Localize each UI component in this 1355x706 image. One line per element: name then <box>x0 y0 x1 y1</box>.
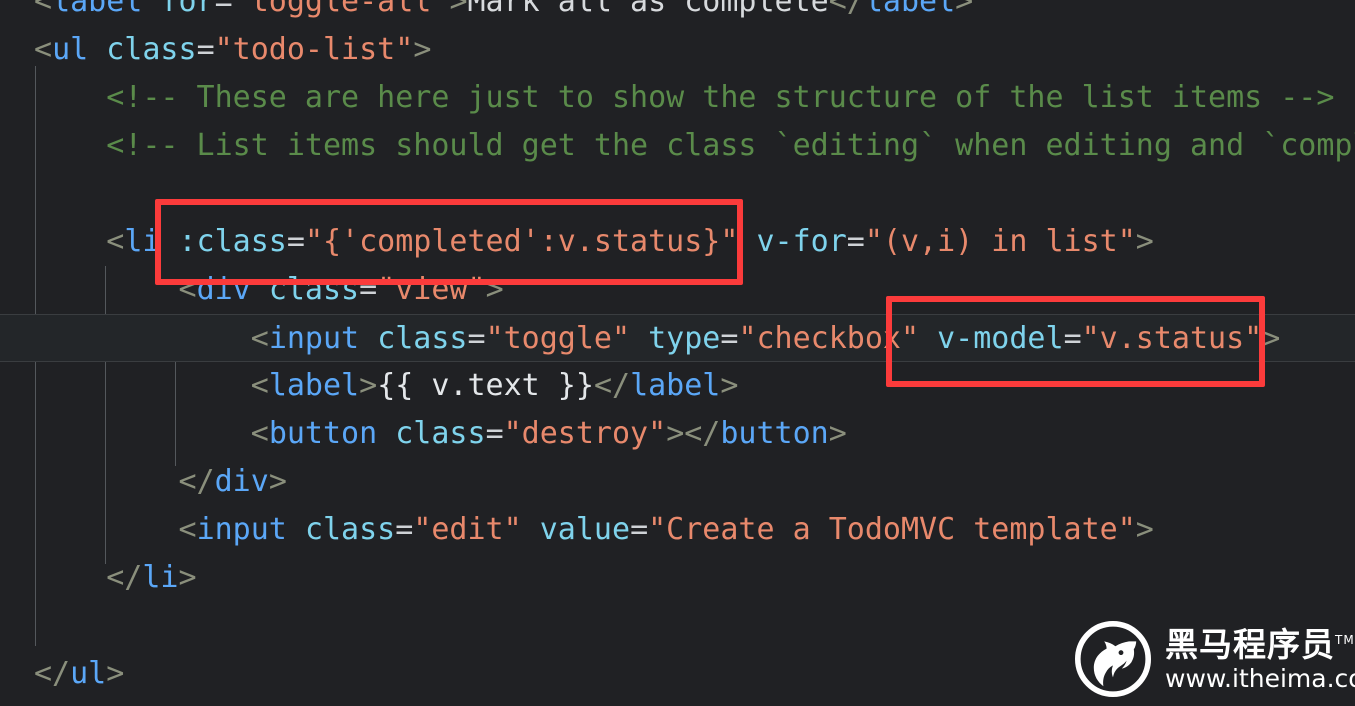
watermark: 黑马程序员TM www.itheima.com <box>1073 618 1355 700</box>
code-line[interactable]: </div> <box>0 458 1355 506</box>
code-line[interactable]: </li> <box>0 554 1355 602</box>
code-line[interactable]: <li :class="{'completed':v.status}" v-fo… <box>0 218 1355 266</box>
editor-screenshot: <label for="toggle-all">Mark all as comp… <box>0 0 1355 706</box>
code-line-current[interactable]: <input class="toggle" type="checkbox" v-… <box>0 314 1355 362</box>
code-line[interactable]: <input class="edit" value="Create a Todo… <box>0 506 1355 554</box>
watermark-brand: 黑马程序员TM <box>1165 628 1355 661</box>
horse-head-circle-icon <box>1073 619 1153 699</box>
code-area[interactable]: <label for="toggle-all">Mark all as comp… <box>0 0 1355 706</box>
watermark-trademark: TM <box>1335 632 1355 647</box>
code-line[interactable]: <label>{{ v.text }}</label> <box>0 362 1355 410</box>
watermark-brand-text: 黑马程序员 <box>1165 624 1335 664</box>
code-line[interactable] <box>0 170 1355 218</box>
code-line[interactable]: <button class="destroy"></button> <box>0 410 1355 458</box>
code-line[interactable]: <label for="toggle-all">Mark all as comp… <box>0 0 1355 26</box>
code-line[interactable]: <div class="view"> <box>0 266 1355 314</box>
watermark-url: www.itheima.com <box>1165 663 1355 693</box>
code-line[interactable]: <ul class="todo-list"> <box>0 26 1355 74</box>
code-line[interactable]: <!-- These are here just to show the str… <box>0 74 1355 122</box>
code-line[interactable]: <!-- List items should get the class `ed… <box>0 122 1355 170</box>
